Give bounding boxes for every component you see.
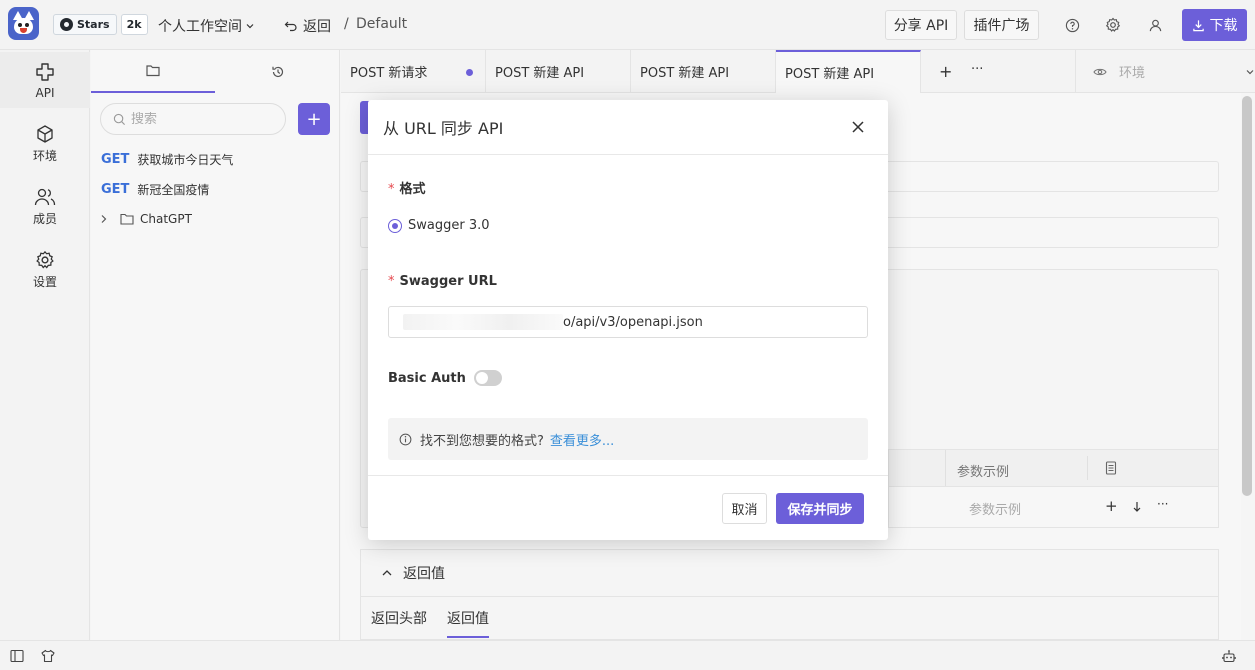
cancel-button[interactable]: 取消 [722,493,767,524]
dialog-footer: 取消 保存并同步 [368,475,888,540]
basic-auth-toggle[interactable] [473,370,502,386]
redacted-host [403,314,563,330]
dialog-header: 从 URL 同步 API [368,100,888,155]
basic-auth-label: Basic Auth [388,370,466,386]
swagger-url-field[interactable] [388,306,868,338]
close-icon[interactable] [848,117,868,137]
swagger-url-input[interactable] [563,314,853,330]
basic-auth-row: Basic Auth [388,370,502,386]
tip-text: 找不到您想要的格式? [420,433,544,449]
format-radio-swagger3[interactable]: Swagger 3.0 [388,218,490,233]
required-marker: * [388,182,395,197]
save-and-sync-button[interactable]: 保存并同步 [776,493,864,524]
format-tip: 找不到您想要的格式? 查看更多... [388,418,868,460]
view-more-link[interactable]: 查看更多... [550,430,614,449]
format-option-label: Swagger 3.0 [408,218,490,233]
sync-from-url-dialog: 从 URL 同步 API * 格式 Swagger 3.0 * Swagger UR… [368,100,888,540]
format-label: * 格式 [388,182,426,197]
dialog-title: 从 URL 同步 API [383,119,504,138]
swagger-url-label: * Swagger URL [388,274,497,289]
required-marker: * [388,274,395,289]
info-icon [399,433,412,445]
radio-checked-icon[interactable] [388,218,402,233]
